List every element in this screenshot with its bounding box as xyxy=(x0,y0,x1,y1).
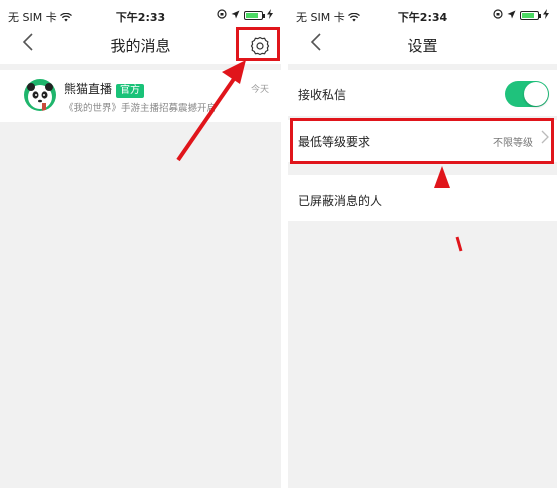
page-title: 我的消息 xyxy=(110,37,171,55)
message-time: 今天 xyxy=(250,85,269,95)
blocked-users-label: 已屏蔽消息的人 xyxy=(298,194,383,208)
battery-icon xyxy=(520,11,541,20)
settings-screen: 无 SIM 卡 下午2:34 设置 接收私信 最低等级要求 不限等级 已屏蔽消息… xyxy=(288,0,557,488)
charging-icon xyxy=(543,9,549,22)
settings-button[interactable] xyxy=(247,33,273,59)
messages-screen: 无 SIM 卡 下午2:33 我的消息 熊猫直播 官方 《我的世界》手游主播招募… xyxy=(0,0,281,488)
min-level-value: 不限等级 xyxy=(493,138,533,149)
page-title: 设置 xyxy=(407,37,438,55)
rotation-lock-icon xyxy=(493,9,503,22)
nav-bar: 设置 xyxy=(288,30,557,64)
chevron-right-icon xyxy=(541,129,549,148)
panda-avatar xyxy=(24,79,56,111)
gear-icon xyxy=(250,36,270,56)
message-list-item[interactable]: 熊猫直播 官方 《我的世界》手游主播招募震撼开启 今天 xyxy=(0,70,281,122)
status-bar: 无 SIM 卡 下午2:33 xyxy=(0,0,281,30)
battery-icon xyxy=(244,11,265,20)
location-icon xyxy=(507,9,516,22)
rotation-lock-icon xyxy=(217,9,227,22)
location-icon xyxy=(231,9,240,22)
sender-name: 熊猫直播 xyxy=(64,82,113,96)
status-bar: 无 SIM 卡 下午2:34 xyxy=(288,0,557,30)
blocked-users-row[interactable]: 已屏蔽消息的人 xyxy=(288,175,557,221)
nav-bar: 我的消息 xyxy=(0,30,281,64)
receive-messages-label: 接收私信 xyxy=(298,88,347,102)
min-level-row[interactable]: 最低等级要求 不限等级 xyxy=(288,120,557,162)
message-preview: 《我的世界》手游主播招募震撼开启 xyxy=(64,103,217,114)
receive-messages-toggle[interactable] xyxy=(505,81,549,107)
min-level-label: 最低等级要求 xyxy=(298,135,371,149)
official-badge: 官方 xyxy=(116,84,145,98)
charging-icon xyxy=(267,9,273,22)
receive-messages-row: 接收私信 xyxy=(288,70,557,116)
